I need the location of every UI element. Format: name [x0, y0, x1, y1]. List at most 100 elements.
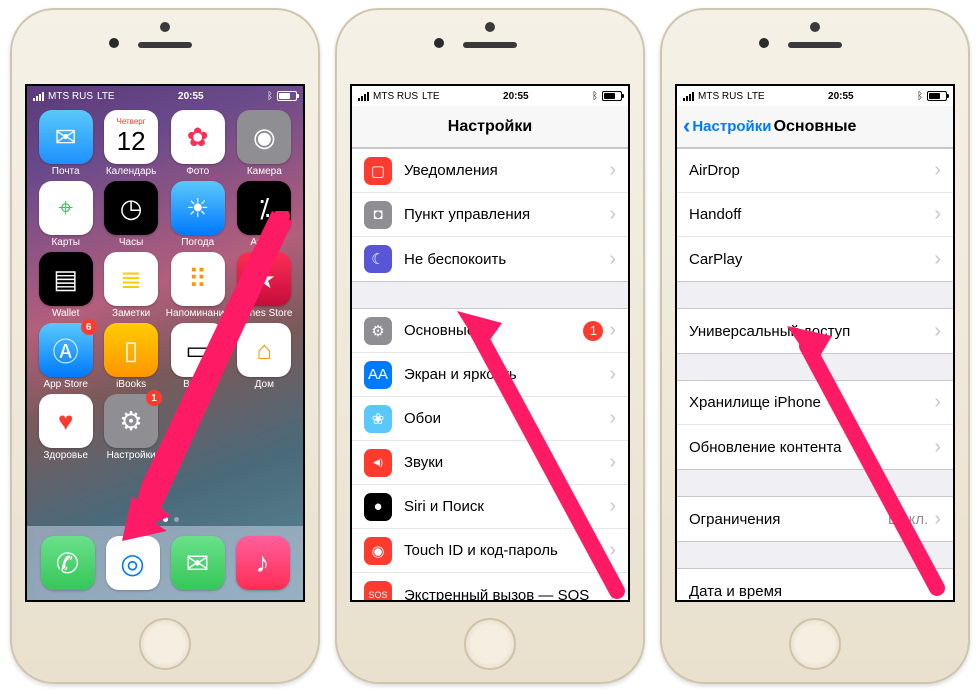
app-label: Напоминания — [166, 308, 230, 319]
settings-screen: MTS RUS LTE 20:55 ᛒ Настройки ▢Уведомлен… — [350, 84, 630, 602]
row-label: Touch ID и код-пароль — [404, 542, 609, 559]
app-label: Часы — [119, 237, 143, 248]
app-label: Wallet — [52, 308, 79, 319]
row-label: Уведомления — [404, 162, 609, 179]
app-label: Календарь — [106, 166, 156, 177]
general-screen: MTS RUS LTE 20:55 ᛒ ‹ Настройки Основные… — [675, 84, 955, 602]
app-label: App Store — [43, 379, 87, 390]
chevron-right-icon: › — [934, 508, 941, 531]
app-label: iBooks — [116, 379, 146, 390]
bluetooth-icon: ᛒ — [267, 91, 273, 102]
dock-app[interactable]: ♪ — [236, 536, 290, 590]
chevron-right-icon: › — [609, 407, 616, 430]
proximity-sensor — [160, 22, 170, 32]
speaker-slit — [788, 42, 842, 48]
dock-app[interactable]: ✉︎ — [171, 536, 225, 590]
home-screen[interactable]: MTS RUS LTE 20:55 ᛒ ✉︎ПочтаЧетверг12Кале… — [25, 84, 305, 602]
app-icon[interactable]: ⚙︎1Настройки — [100, 394, 161, 461]
badge: 1 — [583, 321, 603, 341]
settings-row[interactable]: Обновление контента› — [677, 425, 953, 469]
app-icon[interactable]: ♥︎Здоровье — [35, 394, 96, 461]
chevron-right-icon: › — [609, 248, 616, 271]
settings-row[interactable]: ◘Пункт управления› — [352, 193, 628, 237]
dock-app[interactable]: ✆ — [41, 536, 95, 590]
settings-row[interactable]: ◉Touch ID и код-пароль› — [352, 529, 628, 573]
row-label: Не беспокоить — [404, 251, 609, 268]
page-title: Настройки — [448, 118, 532, 136]
app-icon[interactable]: ▭Видео — [166, 323, 230, 390]
back-button[interactable]: ‹ Настройки — [683, 106, 771, 147]
settings-row[interactable]: ❀Обои› — [352, 397, 628, 441]
carrier-label: MTS RUS — [698, 91, 743, 102]
bluetooth-icon: ᛒ — [592, 91, 598, 102]
settings-row[interactable]: ●Siri и Поиск› — [352, 485, 628, 529]
app-icon[interactable]: ▯iBooks — [100, 323, 161, 390]
app-icon[interactable]: ⠿Напоминания — [166, 252, 230, 319]
app-icon[interactable]: Ⓐ6App Store — [35, 323, 96, 390]
app-label: Дом — [255, 379, 274, 390]
row-icon: AA — [364, 361, 392, 389]
settings-row[interactable]: Handoff› — [677, 193, 953, 237]
signal-icon — [33, 92, 44, 101]
settings-row[interactable]: ОграниченияВыкл.› — [677, 497, 953, 541]
page-title: Основные — [774, 118, 857, 136]
iphone-frame: MTS RUS LTE 20:55 ᛒ ✉︎ПочтаЧетверг12Кале… — [10, 8, 320, 684]
status-time: 20:55 — [503, 91, 529, 102]
badge: 6 — [81, 319, 97, 335]
app-icon[interactable]: ⌂Дом — [234, 323, 295, 390]
settings-row[interactable]: ⚙︎Основные1› — [352, 309, 628, 353]
signal-icon — [683, 92, 694, 101]
app-icon[interactable]: Четверг12Календарь — [100, 110, 161, 177]
settings-row[interactable]: ▢Уведомления› — [352, 149, 628, 193]
app-label: Здоровье — [43, 450, 88, 461]
chevron-right-icon: › — [934, 203, 941, 226]
back-label: Настройки — [692, 118, 771, 135]
settings-row[interactable]: AAЭкран и яркость› — [352, 353, 628, 397]
row-label: AirDrop — [689, 162, 934, 179]
app-icon[interactable]: ◉Камера — [234, 110, 295, 177]
settings-row[interactable]: Универсальный доступ› — [677, 309, 953, 353]
settings-row[interactable]: Хранилище iPhone› — [677, 381, 953, 425]
app-icon[interactable]: ★iTunes Store — [234, 252, 295, 319]
proximity-sensor — [485, 22, 495, 32]
badge: 1 — [146, 390, 162, 406]
app-icon[interactable]: ✉︎Почта — [35, 110, 96, 177]
home-button[interactable] — [464, 618, 516, 670]
row-icon: SOS — [364, 581, 392, 600]
row-label: Экстренный вызов — SOS — [404, 587, 609, 601]
app-icon[interactable]: ✿Фото — [166, 110, 230, 177]
general-list[interactable]: AirDrop›Handoff›CarPlay›Универсальный до… — [677, 148, 953, 600]
app-icon[interactable]: ◷Часы — [100, 181, 161, 248]
app-icon[interactable]: ☀︎Погода — [166, 181, 230, 248]
app-icon[interactable]: ⌖Карты — [35, 181, 96, 248]
chevron-right-icon: › — [934, 320, 941, 343]
network-label: LTE — [422, 91, 440, 102]
app-icon[interactable]: ≣Заметки — [100, 252, 161, 319]
row-label: Универсальный доступ — [689, 323, 934, 340]
settings-row[interactable]: CarPlay› — [677, 237, 953, 281]
app-icon[interactable]: ▤Wallet — [35, 252, 96, 319]
settings-row[interactable]: Дата и время› — [677, 569, 953, 600]
chevron-right-icon: › — [934, 436, 941, 459]
chevron-right-icon: › — [609, 203, 616, 226]
chevron-right-icon: › — [609, 159, 616, 182]
status-time: 20:55 — [828, 91, 854, 102]
app-grid: ✉︎ПочтаЧетверг12Календарь✿Фото◉Камера ⌖Ка… — [27, 106, 303, 461]
front-camera — [109, 38, 119, 48]
row-label: Звуки — [404, 454, 609, 471]
settings-row[interactable]: ◀︎)Звуки› — [352, 441, 628, 485]
dock-app[interactable]: ◎ — [106, 536, 160, 590]
battery-icon — [277, 91, 297, 101]
settings-row[interactable]: ☾Не беспокоить› — [352, 237, 628, 281]
home-button[interactable] — [789, 618, 841, 670]
speaker-slit — [463, 42, 517, 48]
home-button[interactable] — [139, 618, 191, 670]
app-label: Настройки — [107, 450, 156, 461]
row-label: Siri и Поиск — [404, 498, 609, 515]
app-icon[interactable]: ⁒Акции — [234, 181, 295, 248]
page-indicator[interactable] — [27, 517, 303, 522]
settings-list[interactable]: ▢Уведомления›◘Пункт управления›☾Не беспо… — [352, 148, 628, 600]
chevron-right-icon: › — [934, 159, 941, 182]
settings-row[interactable]: AirDrop› — [677, 149, 953, 193]
settings-row[interactable]: SOSЭкстренный вызов — SOS› — [352, 573, 628, 600]
